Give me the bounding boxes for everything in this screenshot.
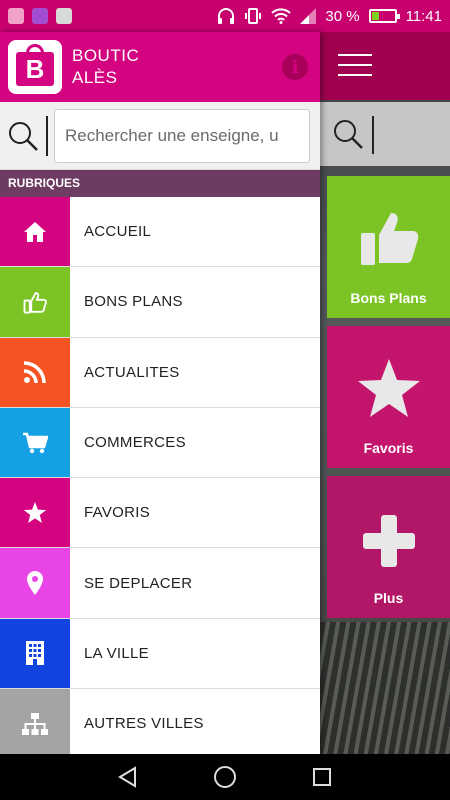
plus-icon xyxy=(361,513,417,572)
menu-item-label: FAVORIS xyxy=(84,504,151,522)
shopping-bag-icon: B xyxy=(16,52,54,86)
home-icon xyxy=(0,197,70,267)
home-screen-background: Bons Plans Favoris Plus xyxy=(320,32,450,754)
wifi-icon xyxy=(271,8,292,24)
thumbs-up-icon xyxy=(0,267,70,337)
search-divider xyxy=(46,115,48,156)
vibrate-icon xyxy=(244,7,262,25)
status-bar: 30 % 11:41 xyxy=(0,0,450,32)
menu-item-label: COMMERCES xyxy=(84,434,186,452)
menu-list: ACCUEIL BONS PLANS ACTUALITES COMMERCES … xyxy=(0,197,320,760)
search-input[interactable] xyxy=(54,108,310,163)
menu-item-label: LA VILLE xyxy=(84,644,149,662)
location-pin-icon xyxy=(0,548,70,618)
hamburger-menu-icon[interactable] xyxy=(338,54,372,76)
notification-app-icon xyxy=(8,8,24,24)
cart-icon xyxy=(0,407,70,478)
navigation-drawer: B BOUTIC ALÈS i RUBRIQUES ACCUEIL BONS P… xyxy=(0,32,320,760)
app-name-line2: ALÈS xyxy=(72,68,118,87)
search-bar xyxy=(0,102,320,170)
notification-app-icon xyxy=(32,8,48,24)
section-title: RUBRIQUES xyxy=(0,170,320,197)
system-navigation-bar xyxy=(0,754,450,800)
battery-percentage: 30 % xyxy=(325,7,360,25)
app-name-line1: BOUTIC xyxy=(72,46,140,65)
menu-item-autres-villes[interactable]: AUTRES VILLES xyxy=(0,689,320,760)
menu-item-label: BONS PLANS xyxy=(84,293,183,311)
thumbs-up-icon xyxy=(357,205,421,272)
info-icon[interactable]: i xyxy=(282,54,308,80)
star-icon xyxy=(356,357,422,422)
tile-bons-plans[interactable]: Bons Plans xyxy=(327,176,450,318)
tile-label: Plus xyxy=(373,590,404,606)
rss-icon xyxy=(0,337,70,407)
signal-icon xyxy=(300,8,317,24)
clock: 11:41 xyxy=(405,7,442,25)
menu-item-accueil[interactable]: ACCUEIL xyxy=(0,197,320,268)
app-logo: B xyxy=(8,40,62,94)
tile-favoris[interactable]: Favoris xyxy=(327,326,450,468)
home-header xyxy=(320,32,450,100)
menu-item-label: SE DEPLACER xyxy=(84,574,193,592)
back-icon[interactable] xyxy=(108,757,148,797)
notification-icons xyxy=(8,8,72,24)
menu-item-label: AUTRES VILLES xyxy=(84,715,204,733)
aerial-photo-background xyxy=(320,622,450,754)
menu-item-label: ACCUEIL xyxy=(84,223,152,241)
menu-item-bons-plans[interactable]: BONS PLANS xyxy=(0,267,320,338)
battery-fill xyxy=(371,12,379,20)
menu-item-commerces[interactable]: COMMERCES xyxy=(0,407,320,479)
menu-item-actualites[interactable]: ACTUALITES xyxy=(0,337,320,408)
menu-item-se-deplacer[interactable]: SE DEPLACER xyxy=(0,548,320,619)
recent-apps-icon[interactable] xyxy=(302,757,342,797)
tile-label: Bons Plans xyxy=(350,290,427,306)
building-icon xyxy=(0,618,70,689)
sitemap-icon xyxy=(0,689,70,759)
home-search-bar[interactable] xyxy=(320,102,450,166)
home-button-icon[interactable] xyxy=(205,757,245,797)
battery-icon xyxy=(368,9,400,23)
text-cursor xyxy=(372,116,374,154)
search-icon xyxy=(332,118,364,155)
search-icon[interactable] xyxy=(0,120,46,152)
headphones-icon xyxy=(217,8,235,24)
app-name: BOUTIC ALÈS xyxy=(72,45,139,89)
tile-plus[interactable]: Plus xyxy=(327,476,450,618)
star-icon xyxy=(0,478,70,548)
tile-label: Favoris xyxy=(363,440,414,456)
drawer-header: B BOUTIC ALÈS i xyxy=(0,32,320,102)
menu-item-favoris[interactable]: FAVORIS xyxy=(0,478,320,549)
menu-item-label: ACTUALITES xyxy=(84,363,180,381)
notification-app-icon xyxy=(56,8,72,24)
menu-item-la-ville[interactable]: LA VILLE xyxy=(0,618,320,690)
